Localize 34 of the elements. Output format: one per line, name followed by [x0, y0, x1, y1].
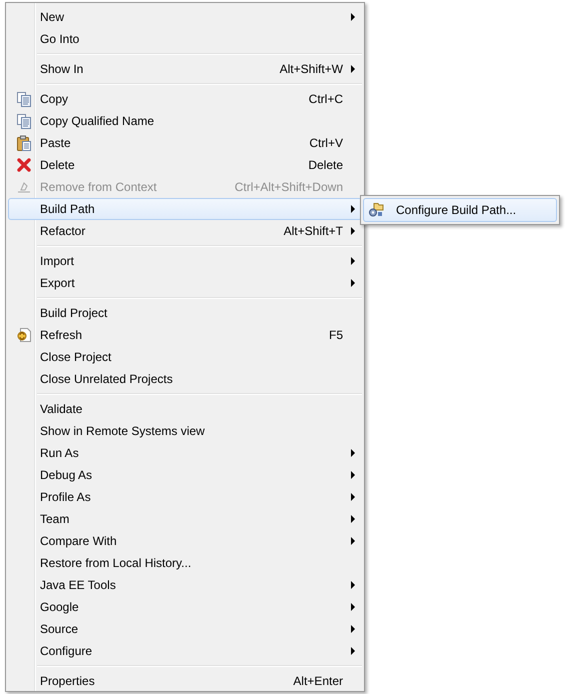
menu-item[interactable]: Build Path: [8, 198, 362, 220]
menu-item[interactable]: Debug As: [8, 464, 362, 486]
menu-item[interactable]: New: [8, 6, 362, 28]
document-icon: [16, 113, 32, 129]
menu-item[interactable]: Close Project: [8, 346, 362, 368]
menu-item[interactable]: Compare With: [8, 530, 362, 552]
menu-item[interactable]: Build Project: [8, 302, 362, 324]
menu-item[interactable]: Import: [8, 250, 362, 272]
menu-item[interactable]: Google: [8, 596, 362, 618]
menu-item[interactable]: Configure Build Path...: [363, 198, 557, 222]
delete-icon: [17, 158, 31, 172]
menu-item[interactable]: Copy Qualified Name: [8, 110, 362, 132]
menu-item[interactable]: Properties Alt+Enter: [8, 670, 362, 692]
menu-item[interactable]: Show In Alt+Shift+W: [8, 58, 362, 80]
menu-item[interactable]: Delete Delete: [8, 154, 362, 176]
menu-item[interactable]: Profile As: [8, 486, 362, 508]
menu-item[interactable]: Close Unrelated Projects: [8, 368, 362, 390]
refresh-icon: [16, 327, 32, 343]
menu-item[interactable]: Configure: [8, 640, 362, 662]
menu-item[interactable]: Show in Remote Systems view: [8, 420, 362, 442]
menu-item[interactable]: Java EE Tools: [8, 574, 362, 596]
menu-item[interactable]: Export: [8, 272, 362, 294]
menu-item[interactable]: Team: [8, 508, 362, 530]
menu-item[interactable]: Go Into: [8, 28, 362, 50]
menu-item[interactable]: Refactor Alt+Shift+T: [8, 220, 362, 242]
menu-item[interactable]: Copy Ctrl+C: [8, 88, 362, 110]
menu-item[interactable]: Paste Ctrl+V: [8, 132, 362, 154]
menu-item[interactable]: Restore from Local History...: [8, 552, 362, 574]
document-icon: [16, 91, 32, 107]
clipboard-icon: [16, 135, 32, 151]
menu-item[interactable]: Run As: [8, 442, 362, 464]
menu-item[interactable]: Validate: [8, 398, 362, 420]
menu-item[interactable]: Source: [8, 618, 362, 640]
menu-item[interactable]: Refresh F5: [8, 324, 362, 346]
